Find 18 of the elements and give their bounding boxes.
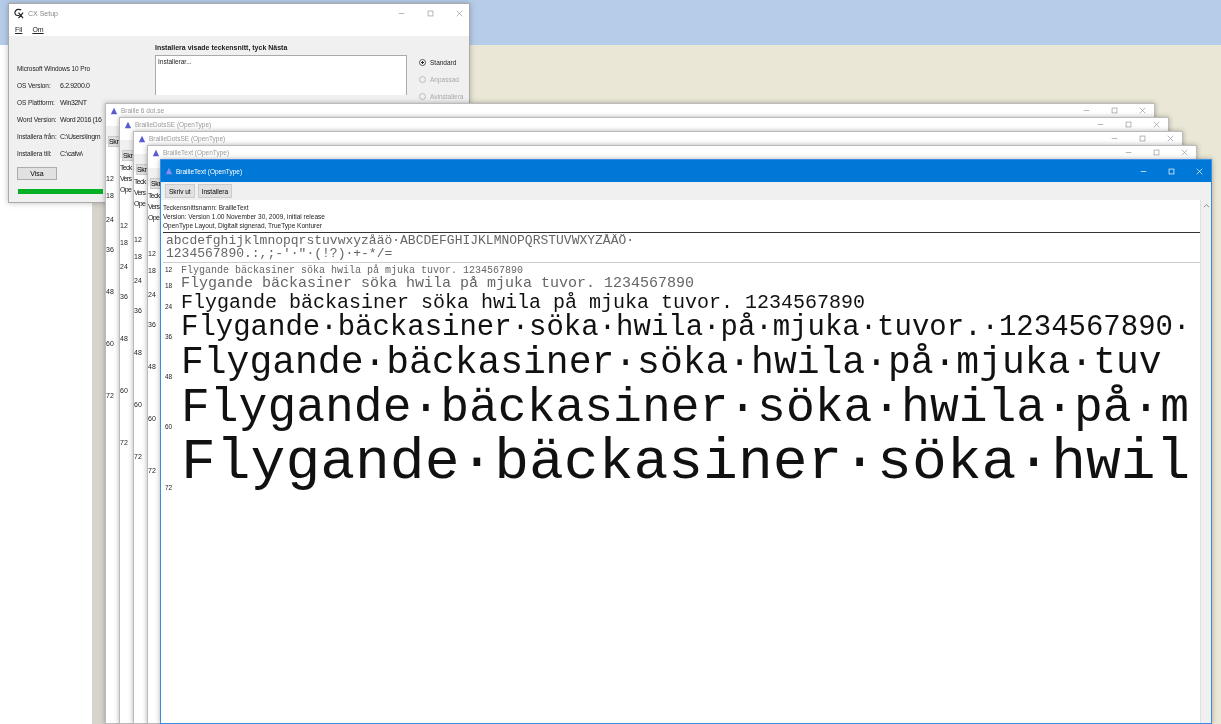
close-icon[interactable]: [1139, 107, 1146, 114]
close-icon[interactable]: [1167, 135, 1174, 142]
sample-text: Flygande bäckasiner söka hwila på mjuka tuvor. 1234567890: [181, 291, 866, 313]
close-icon[interactable]: [456, 9, 463, 17]
close-icon[interactable]: [1153, 121, 1160, 128]
close-icon[interactable]: [1181, 149, 1188, 156]
maximize-icon[interactable]: [427, 9, 434, 17]
sample-text: Flygande bäckasiner söka hwila på mjuka tuvor. 1234567890: [181, 276, 695, 292]
scrollbar[interactable]: [1200, 200, 1211, 723]
character-set-line: abcdefghijklmnopqrstuvwxyzåäö·ABCDEFGHIJKLMNOPQRSTUVWXYZÅÄÖ·: [166, 234, 636, 247]
sample-text: Flygande·bäckasiner·söka·hwila·på·m: [181, 383, 1190, 434]
scroll-up-icon[interactable]: [1202, 203, 1210, 208]
sample-text: Flygande·bäckasiner·söka·hwila·på·mjuka·tuvor.·1234567890·: [181, 312, 1191, 344]
sample-text: Flygande bäckasiner söka hwila på mjuka tuvor. 1234567890: [181, 265, 524, 276]
sample-text: Flygande·bäckasiner·söka·hwil: [181, 433, 1191, 495]
app-logo-icon: [13, 7, 24, 19]
sample-text: Flygande·bäckasiner·söka·hwila·på·mjuka·tuv: [181, 343, 1162, 384]
character-set-line: 1234567890.:,;-'·"·(!?)·+-*/=: [166, 247, 393, 260]
